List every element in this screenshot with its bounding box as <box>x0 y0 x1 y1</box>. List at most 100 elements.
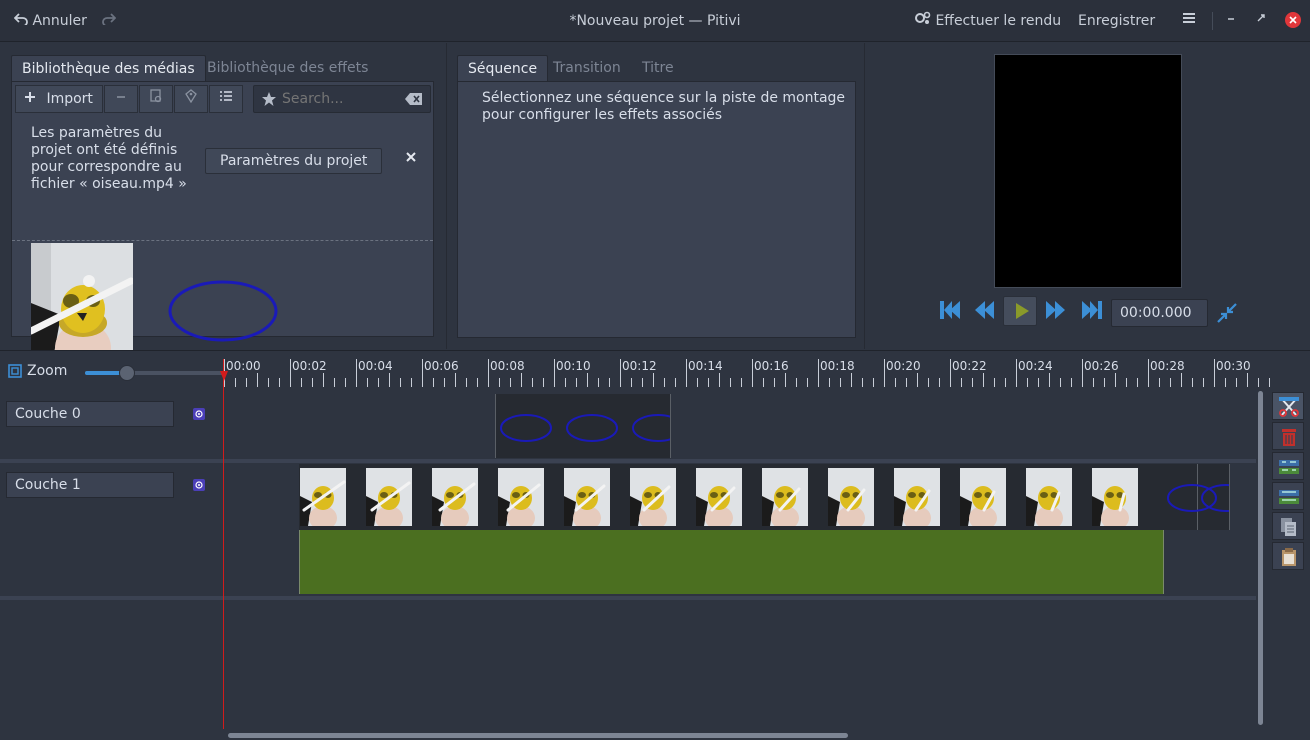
ruler-minor-tick <box>378 378 379 387</box>
paste-icon <box>1280 547 1298 571</box>
project-settings-button[interactable]: Paramètres du projet <box>205 148 383 174</box>
ruler-minor-tick <box>466 378 467 387</box>
scrollbar-thumb[interactable] <box>1258 391 1263 725</box>
menu-button[interactable] <box>1182 8 1196 34</box>
zoom-slider[interactable] <box>85 365 225 381</box>
preview-clip-button[interactable] <box>139 85 173 113</box>
preview-icon <box>149 89 163 107</box>
copy-icon <box>1280 517 1298 541</box>
ruler-major-tick <box>1016 359 1017 387</box>
ruler-minor-tick <box>1258 378 1259 387</box>
ruler-major-tick <box>422 359 423 387</box>
timeline-vertical-scrollbar[interactable] <box>1257 391 1265 725</box>
ruler-minor-tick <box>543 378 544 387</box>
layer-name-1[interactable]: Couche 1 <box>6 472 174 498</box>
restore-button[interactable] <box>1256 8 1266 34</box>
tab-sequence[interactable]: Séquence <box>457 55 549 81</box>
ruler-major-tick <box>488 359 489 387</box>
rewind-button[interactable] <box>972 298 996 326</box>
ruler-label: 00:12 <box>622 359 657 373</box>
redo-button[interactable] <box>102 8 117 34</box>
zoom-fit-button[interactable] <box>8 364 22 382</box>
timeline-clip-ellipse[interactable] <box>495 394 671 458</box>
zoom-fit-icon <box>8 364 22 382</box>
remove-clip-button[interactable] <box>104 85 138 113</box>
ruler-label: 00:04 <box>358 359 393 373</box>
ruler-minor-tick <box>235 378 236 387</box>
ungroup-button[interactable] <box>1272 482 1304 510</box>
layer-0-audio-toggle[interactable] <box>192 407 206 425</box>
tab-media-library[interactable]: Bibliothèque des médias <box>11 55 206 81</box>
render-label: Effectuer le rendu <box>935 13 1062 29</box>
ruler-minor-tick <box>675 378 676 387</box>
ruler-minor-tick <box>411 378 412 387</box>
split-button[interactable] <box>1272 392 1304 420</box>
add-icon <box>24 91 40 107</box>
ruler-minor-tick <box>642 378 643 387</box>
ruler-minor-tick <box>1038 378 1039 387</box>
filmstrip-frame <box>762 468 808 526</box>
speaker-icon <box>192 408 206 425</box>
timeline-clip-audio[interactable] <box>299 530 1164 594</box>
tab-transition[interactable]: Transition <box>543 55 631 81</box>
ruler-label: 00:16 <box>754 359 789 373</box>
render-button[interactable]: Effectuer le rendu <box>915 8 1061 34</box>
group-button[interactable] <box>1272 452 1304 480</box>
paste-button[interactable] <box>1272 542 1304 570</box>
render-icon <box>915 11 935 29</box>
ruler-minor-tick <box>1247 373 1248 387</box>
undo-button[interactable]: Annuler <box>13 8 87 34</box>
import-button[interactable]: Import <box>15 85 103 113</box>
skip-end-button[interactable] <box>1080 298 1104 326</box>
ruler-minor-tick <box>961 378 962 387</box>
list-view-icon <box>219 91 233 107</box>
zoom-slider-handle[interactable] <box>119 365 135 381</box>
menu-icon <box>1182 13 1196 29</box>
layer-1-audio-toggle[interactable] <box>192 478 206 496</box>
clip-thumbnail-ellipse[interactable] <box>167 278 279 348</box>
ruler-minor-tick <box>345 378 346 387</box>
forward-button[interactable] <box>1044 298 1068 326</box>
ruler-major-tick <box>620 359 621 387</box>
dismiss-notice-button[interactable] <box>405 151 417 167</box>
ruler-major-tick <box>1082 359 1083 387</box>
playhead[interactable] <box>223 359 224 729</box>
search-input[interactable] <box>282 89 402 109</box>
ruler-minor-tick <box>807 378 808 387</box>
remove-icon <box>115 91 127 107</box>
delete-button[interactable] <box>1272 422 1304 450</box>
ruler-minor-tick <box>1027 378 1028 387</box>
close-window-button[interactable] <box>1284 11 1302 29</box>
tag-clip-button[interactable] <box>174 85 208 113</box>
ruler-minor-tick <box>1071 378 1072 387</box>
filmstrip-frame <box>564 468 610 526</box>
video-preview <box>994 54 1182 288</box>
layer-name-0[interactable]: Couche 0 <box>6 401 174 427</box>
fullscreen-button[interactable] <box>1217 303 1237 327</box>
ruler-minor-tick <box>1005 378 1006 387</box>
import-label: Import <box>46 91 93 107</box>
tab-effects-library[interactable]: Bibliothèque des effets <box>197 55 378 81</box>
timeline-horizontal-scrollbar[interactable] <box>224 731 1256 739</box>
timecode-field[interactable]: 00:00.000 <box>1111 299 1208 327</box>
minimize-button[interactable] <box>1226 8 1236 34</box>
tab-title[interactable]: Titre <box>632 55 684 81</box>
redo-icon <box>102 13 117 29</box>
list-view-button[interactable] <box>209 85 243 113</box>
skip-start-button[interactable] <box>938 298 962 326</box>
ruler-minor-tick <box>301 378 302 387</box>
ruler-minor-tick <box>631 378 632 387</box>
timeline-clip-ellipse-2[interactable] <box>1164 464 1230 530</box>
delete-icon <box>1281 427 1297 451</box>
scrollbar-thumb[interactable] <box>228 733 848 738</box>
copy-button[interactable] <box>1272 512 1304 540</box>
filmstrip-frame <box>630 468 676 526</box>
clear-search-icon[interactable] <box>405 92 423 110</box>
playhead-handle[interactable] <box>220 369 228 385</box>
play-button[interactable] <box>1003 296 1037 326</box>
ruler-label: 00:18 <box>820 359 855 373</box>
save-button[interactable]: Enregistrer <box>1078 8 1155 34</box>
restore-icon <box>1256 13 1266 29</box>
time-ruler[interactable]: 00:00 00:02 00:04 00:06 00:08 00:10 00:12 00:14… <box>224 351 1270 389</box>
search-field[interactable] <box>253 85 431 113</box>
